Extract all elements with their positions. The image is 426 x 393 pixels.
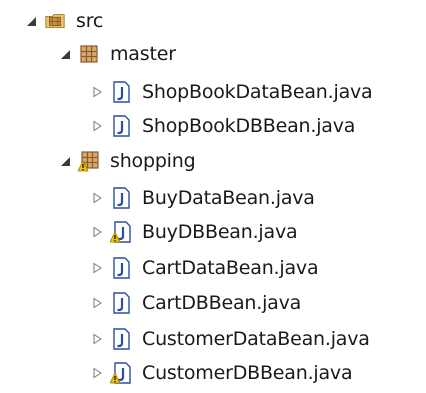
source-folder-icon [44,10,66,32]
expanded-arrow-icon[interactable] [58,47,72,61]
java-file-icon [110,115,132,137]
tree-node-label: CartDataBean.java [142,257,319,279]
tree-node-file[interactable]: CustomerDBBean.java [90,356,353,390]
collapsed-arrow-icon[interactable] [90,191,104,205]
collapsed-arrow-icon[interactable] [90,261,104,275]
tree-node-src[interactable]: src [24,4,103,38]
tree-node-label: src [76,10,104,32]
package-icon [78,43,100,65]
tree-node-label: CustomerDBBean.java [142,362,353,384]
collapsed-arrow-icon[interactable] [90,119,104,133]
project-explorer-tree: src master ShopBookDataBean.java ShopBoo… [0,0,426,393]
collapsed-arrow-icon[interactable] [90,366,104,380]
tree-node-label: CartDBBean.java [142,292,302,314]
tree-node-file[interactable]: CustomerDataBean.java [90,322,370,356]
tree-node-label: BuyDataBean.java [142,187,315,209]
tree-node-file[interactable]: BuyDataBean.java [90,181,315,215]
tree-node-label: shopping [110,150,196,172]
java-file-icon [110,328,132,350]
tree-node-file[interactable]: ShopBookDataBean.java [90,75,373,109]
expanded-arrow-icon[interactable] [24,14,38,28]
tree-node-package-master[interactable]: master [58,37,176,71]
expanded-arrow-icon[interactable] [58,154,72,168]
tree-node-file[interactable]: CartDBBean.java [90,286,301,320]
tree-node-package-shopping[interactable]: shopping [58,144,196,178]
tree-node-label: BuyDBBean.java [142,221,298,243]
collapsed-arrow-icon[interactable] [90,296,104,310]
java-file-icon [110,292,132,314]
tree-node-label: ShopBookDBBean.java [142,115,356,137]
tree-node-file[interactable]: BuyDBBean.java [90,215,298,249]
java-file-warning-icon [110,221,132,243]
collapsed-arrow-icon[interactable] [90,332,104,346]
tree-node-label: ShopBookDataBean.java [142,81,373,103]
collapsed-arrow-icon[interactable] [90,85,104,99]
java-file-warning-icon [110,362,132,384]
tree-node-label: master [110,43,176,65]
java-file-icon [110,81,132,103]
tree-node-file[interactable]: ShopBookDBBean.java [90,109,355,143]
tree-node-label: CustomerDataBean.java [142,328,370,350]
collapsed-arrow-icon[interactable] [90,225,104,239]
package-warning-icon [78,150,100,172]
java-file-icon [110,257,132,279]
java-file-icon [110,187,132,209]
tree-node-file[interactable]: CartDataBean.java [90,251,319,285]
